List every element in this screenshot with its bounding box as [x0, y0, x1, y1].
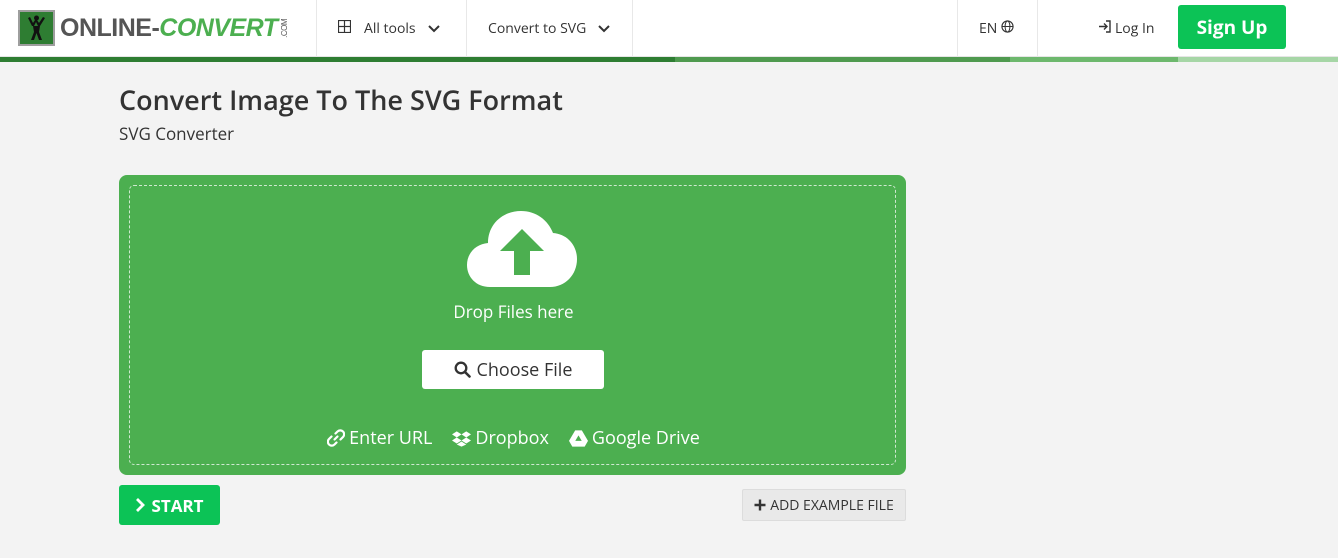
- logo-text-convert: CONVERT: [159, 13, 278, 42]
- nav-all-tools-label: All tools: [364, 19, 416, 38]
- grid-icon: [337, 19, 352, 38]
- nav-divider: [1037, 0, 1038, 57]
- globe-icon: [1001, 19, 1014, 38]
- language-label: EN: [979, 19, 998, 38]
- page-subtitle: SVG Converter: [119, 122, 235, 145]
- chevron-right-icon: [136, 498, 146, 512]
- login-icon: [1098, 19, 1112, 38]
- logo-icon: [18, 10, 55, 46]
- start-button[interactable]: START: [119, 485, 220, 525]
- site-logo[interactable]: ONLINE- CONVERT .COM: [18, 10, 289, 46]
- chevron-down-icon: [427, 19, 440, 38]
- login-link[interactable]: Log In: [1098, 0, 1154, 57]
- add-example-file-button[interactable]: ADD EXAMPLE FILE: [742, 489, 906, 521]
- login-label: Log In: [1115, 19, 1155, 38]
- start-label: START: [151, 493, 204, 517]
- nav-divider: [316, 0, 317, 57]
- google-drive-icon: [568, 429, 588, 447]
- plus-icon: [754, 499, 766, 511]
- logo-text-online: ONLINE-: [60, 13, 160, 42]
- nav-convert-to-svg[interactable]: Convert to SVG: [488, 0, 610, 57]
- nav-divider: [466, 0, 467, 57]
- nav-divider: [632, 0, 633, 57]
- google-drive-label: Google Drive: [591, 426, 700, 450]
- page-title: Convert Image To The SVG Format: [119, 81, 563, 118]
- nav-all-tools[interactable]: All tools: [337, 0, 440, 57]
- add-example-label: ADD EXAMPLE FILE: [770, 495, 894, 515]
- enter-url-label: Enter URL: [349, 426, 433, 450]
- choose-file-button[interactable]: Choose File: [422, 350, 604, 389]
- cloud-upload-icon: [466, 209, 578, 294]
- google-drive-link[interactable]: Google Drive: [568, 426, 700, 450]
- enter-url-link[interactable]: Enter URL: [327, 426, 432, 450]
- logo-text-com: .COM: [279, 18, 289, 38]
- top-navbar: ONLINE- CONVERT .COM All tools Convert t…: [0, 0, 1338, 57]
- drop-zone-border: Drop Files here Choose File Enter URL Dr…: [129, 185, 896, 465]
- language-selector[interactable]: EN: [979, 0, 1014, 57]
- dropbox-link[interactable]: Dropbox: [452, 426, 549, 450]
- nav-convert-label: Convert to SVG: [488, 19, 587, 38]
- search-icon: [454, 361, 471, 378]
- nav-divider: [957, 0, 958, 57]
- drop-files-label: Drop Files here: [453, 300, 574, 323]
- chevron-down-icon: [598, 19, 610, 38]
- choose-file-label: Choose File: [476, 357, 573, 382]
- dropbox-icon: [452, 430, 472, 447]
- upload-sources: Enter URL Dropbox Google Drive: [130, 426, 897, 450]
- file-drop-zone[interactable]: Drop Files here Choose File Enter URL Dr…: [119, 175, 906, 475]
- dropbox-label: Dropbox: [475, 426, 549, 450]
- header-color-strip: [0, 57, 1338, 62]
- link-icon: [327, 429, 346, 447]
- signup-button[interactable]: Sign Up: [1178, 5, 1286, 49]
